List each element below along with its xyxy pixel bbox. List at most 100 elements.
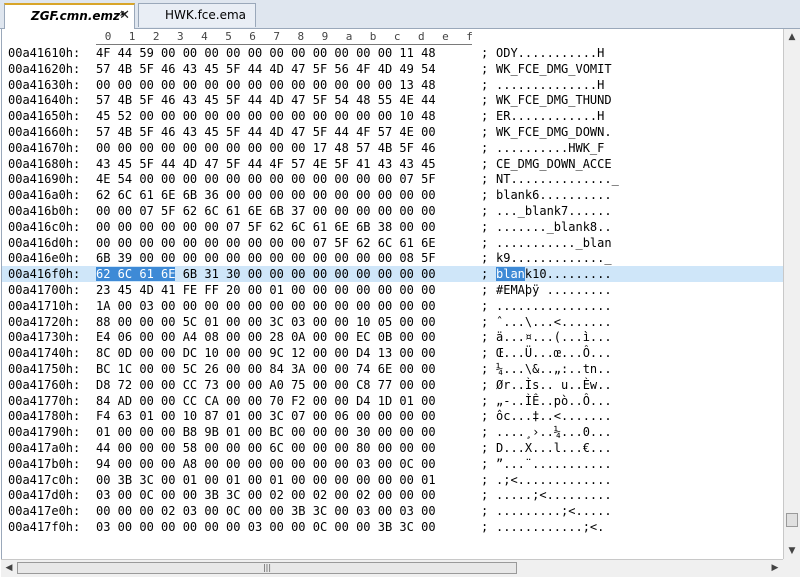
row-hex-bytes[interactable]: 00 00 00 00 00 00 00 00 00 00 00 00 00 0… — [96, 78, 436, 92]
row-ascii[interactable]: .....;<......... — [496, 488, 612, 502]
hex-row[interactable]: 00a41720h: 88 00 00 00 5C 01 00 00 3C 03 … — [2, 314, 784, 330]
vertical-scrollbar[interactable]: ▲ ▼ — [783, 29, 800, 559]
row-hex-bytes[interactable]: 84 AD 00 00 CC CA 00 00 70 F2 00 00 D4 1… — [96, 394, 436, 408]
row-ascii[interactable]: Œ...Ü...œ...Ô... — [496, 346, 612, 360]
row-hex-bytes[interactable]: 4F 44 59 00 00 00 00 00 00 00 00 00 00 0… — [96, 46, 436, 60]
row-ascii[interactable]: ..............H — [496, 78, 604, 92]
row-hex-bytes[interactable]: 6B 39 00 00 00 00 00 00 00 00 00 00 00 0… — [96, 251, 436, 265]
hex-row[interactable]: 00a416a0h: 62 6C 61 6E 6B 36 00 00 00 00 … — [2, 187, 784, 203]
right-arrow-icon[interactable]: ▶ — [767, 560, 783, 577]
selected-hex-bytes[interactable]: 62 6C 61 6E — [96, 267, 176, 282]
tab-hwk-fce-ema[interactable]: HWK.fce.ema — [138, 3, 256, 27]
row-ascii[interactable]: Ør..Ìs.. u..Èw.. — [496, 378, 612, 392]
row-ascii[interactable]: ˆ...\...<....... — [496, 315, 612, 329]
selected-ascii[interactable]: blan — [496, 267, 525, 282]
row-ascii[interactable]: ¼...\&..„:..tn.. — [496, 362, 612, 376]
hex-row[interactable]: 00a41630h: 00 00 00 00 00 00 00 00 00 00 … — [2, 77, 784, 93]
hex-row[interactable]: 00a417b0h: 94 00 00 00 A8 00 00 00 00 00 … — [2, 456, 784, 472]
row-hex-bytes[interactable]: 57 4B 5F 46 43 45 5F 44 4D 47 5F 44 4F 5… — [96, 125, 436, 139]
hex-row[interactable]: 00a41610h: 4F 44 59 00 00 00 00 00 00 00 … — [2, 45, 784, 61]
hex-row[interactable]: 00a417f0h: 03 00 00 00 00 00 00 03 00 00 … — [2, 519, 784, 535]
row-ascii[interactable]: blank6.......... — [496, 188, 612, 202]
row-hex-bytes[interactable]: 23 45 4D 41 FE FF 20 00 01 00 00 00 00 0… — [96, 283, 436, 297]
row-hex-bytes[interactable]: 44 00 00 00 58 00 00 00 6C 00 00 00 80 0… — [96, 441, 436, 455]
hex-editor[interactable]: 0 1 2 3 4 5 6 7 8 9 a b c d e f 00a41610h: 4F 44 59 00 0… — [1, 29, 784, 559]
row-hex-bytes[interactable]: 88 00 00 00 5C 01 00 00 3C 03 00 00 10 0… — [96, 315, 436, 329]
row-ascii[interactable]: #EMAþÿ ......... — [496, 283, 612, 297]
hex-row[interactable]: 00a416c0h: 00 00 00 00 00 00 07 5F 62 6C … — [2, 219, 784, 235]
row-ascii[interactable]: ä...¤...(...ì... — [496, 330, 612, 344]
row-ascii[interactable]: WK_FCE_DMG_VOMIT — [496, 62, 612, 76]
row-ascii[interactable]: ODY...........H — [496, 46, 604, 60]
row-ascii[interactable]: ................ — [496, 299, 612, 313]
row-ascii[interactable]: .........;<..... — [496, 504, 612, 518]
row-ascii[interactable]: k9............._ — [496, 251, 612, 265]
row-ascii[interactable]: ..........HWK_F — [496, 141, 604, 155]
hex-row[interactable]: 00a41680h: 43 45 5F 44 4D 47 5F 44 4F 57 … — [2, 156, 784, 172]
row-ascii[interactable]: ..._blank7...... — [496, 204, 612, 218]
hex-row[interactable]: 00a41640h: 57 4B 5F 46 43 45 5F 44 4D 47 … — [2, 92, 784, 108]
row-ascii[interactable]: „-..ÌÊ..pò..Ô... — [496, 394, 612, 408]
row-hex-bytes[interactable]: F4 63 01 00 10 87 01 00 3C 07 00 06 00 0… — [96, 409, 436, 423]
hex-row[interactable]: 00a417a0h: 44 00 00 00 58 00 00 00 6C 00 … — [2, 440, 784, 456]
hex-row[interactable]: 00a417c0h: 00 3B 3C 00 01 00 01 00 01 00 … — [2, 472, 784, 488]
selected-hex-row[interactable]: 00a416f0h: 62 6C 61 6E 6B 31 30 00 00 00 … — [2, 266, 784, 283]
hex-row[interactable]: 00a41730h: E4 06 00 00 A4 08 00 00 28 0A … — [2, 329, 784, 345]
hex-row[interactable]: 00a41790h: 01 00 00 00 B8 9B 01 00 BC 00 … — [2, 424, 784, 440]
row-hex-bytes[interactable]: 43 45 5F 44 4D 47 5F 44 4F 57 4E 5F 41 4… — [96, 157, 436, 171]
row-hex-bytes[interactable]: 00 00 00 00 00 00 00 00 00 00 07 5F 62 6… — [96, 236, 436, 250]
ascii-rest[interactable]: k10......... — [525, 267, 612, 281]
row-ascii[interactable]: ......._blank8.. — [496, 220, 612, 234]
hex-row[interactable]: 00a41770h: 84 AD 00 00 CC CA 00 00 70 F2 … — [2, 393, 784, 409]
hex-bytes-rest[interactable]: 6B 31 30 00 00 00 00 00 00 00 00 00 — [175, 267, 436, 281]
row-hex-bytes[interactable]: 00 00 00 00 00 00 07 5F 62 6C 61 6E 6B 3… — [96, 220, 436, 234]
hex-row[interactable]: 00a41750h: BC 1C 00 00 5C 26 00 00 84 3A … — [2, 361, 784, 377]
hex-row[interactable]: 00a41760h: D8 72 00 00 CC 73 00 00 A0 75 … — [2, 377, 784, 393]
row-hex-bytes[interactable]: 62 6C 61 6E 6B 36 00 00 00 00 00 00 00 0… — [96, 188, 436, 202]
row-ascii[interactable]: WK_FCE_DMG_THUND — [496, 93, 612, 107]
left-arrow-icon[interactable]: ◀ — [1, 560, 17, 577]
row-ascii[interactable]: ..........._blan — [496, 236, 612, 250]
row-ascii[interactable]: CE_DMG_DOWN_ACCE — [496, 157, 612, 171]
row-hex-bytes[interactable]: 45 52 00 00 00 00 00 00 00 00 00 00 00 0… — [96, 109, 436, 123]
hex-row[interactable]: 00a41740h: 8C 0D 00 00 DC 10 00 00 9C 12 … — [2, 345, 784, 361]
row-hex-bytes[interactable]: 01 00 00 00 B8 9B 01 00 BC 00 00 00 30 0… — [96, 425, 436, 439]
tab-zgf-cmn-emz[interactable]: ZGF.cmn.emz* ✕ — [4, 3, 135, 29]
close-icon[interactable]: ✕ — [119, 5, 130, 27]
horizontal-scroll-thumb[interactable]: ||| — [17, 562, 517, 574]
hex-row[interactable]: 00a416b0h: 00 00 07 5F 62 6C 61 6E 6B 37 … — [2, 203, 784, 219]
row-hex-bytes[interactable]: 00 3B 3C 00 01 00 01 00 01 00 00 00 00 0… — [96, 473, 436, 487]
row-hex-bytes[interactable]: 03 00 00 00 00 00 00 03 00 00 0C 00 00 3… — [96, 520, 436, 534]
row-hex-bytes[interactable]: D8 72 00 00 CC 73 00 00 A0 75 00 00 C8 7… — [96, 378, 436, 392]
hex-row[interactable]: 00a41780h: F4 63 01 00 10 87 01 00 3C 07 … — [2, 408, 784, 424]
row-ascii[interactable]: ”...¨........... — [496, 457, 612, 471]
horizontal-scrollbar[interactable]: ◀ ||| ▶ — [1, 559, 783, 577]
hex-row[interactable]: 00a41710h: 1A 00 03 00 00 00 00 00 00 00 … — [2, 298, 784, 314]
row-ascii[interactable]: blank10......... — [496, 267, 612, 282]
row-hex-bytes[interactable]: 00 00 07 5F 62 6C 61 6E 6B 37 00 00 00 0… — [96, 204, 436, 218]
hex-row[interactable]: 00a41670h: 00 00 00 00 00 00 00 00 00 00 … — [2, 140, 784, 156]
row-ascii[interactable]: D...X...l...€... — [496, 441, 612, 455]
row-hex-bytes[interactable]: E4 06 00 00 A4 08 00 00 28 0A 00 00 EC 0… — [96, 330, 436, 344]
row-hex-bytes[interactable]: 94 00 00 00 A8 00 00 00 00 00 00 00 03 0… — [96, 457, 436, 471]
row-hex-bytes[interactable]: 1A 00 03 00 00 00 00 00 00 00 00 00 00 0… — [96, 299, 436, 313]
hex-row[interactable]: 00a417e0h: 00 00 00 02 03 00 0C 00 00 3B … — [2, 503, 784, 519]
hex-row[interactable]: 00a416e0h: 6B 39 00 00 00 00 00 00 00 00 … — [2, 250, 784, 266]
up-arrow-icon[interactable]: ▲ — [784, 29, 800, 45]
vertical-scroll-thumb[interactable] — [786, 513, 798, 527]
row-hex-bytes[interactable]: 4E 54 00 00 00 00 00 00 00 00 00 00 00 0… — [96, 172, 436, 186]
row-ascii[interactable]: ....¸›..¼...0... — [496, 425, 612, 439]
hex-row[interactable]: 00a41620h: 57 4B 5F 46 43 45 5F 44 4D 47 … — [2, 61, 784, 77]
hex-row[interactable]: 00a41700h: 23 45 4D 41 FE FF 20 00 01 00 … — [2, 282, 784, 298]
hex-row[interactable]: 00a417d0h: 03 00 0C 00 00 3B 3C 00 02 00 … — [2, 487, 784, 503]
row-hex-bytes[interactable]: BC 1C 00 00 5C 26 00 00 84 3A 00 00 74 6… — [96, 362, 436, 376]
row-ascii[interactable]: ............;<. — [496, 520, 604, 534]
row-ascii[interactable]: NT.............._ — [496, 172, 619, 186]
row-hex-bytes[interactable]: 57 4B 5F 46 43 45 5F 44 4D 47 5F 56 4F 4… — [96, 62, 436, 76]
row-hex-bytes[interactable]: 03 00 0C 00 00 3B 3C 00 02 00 02 00 02 0… — [96, 488, 436, 502]
down-arrow-icon[interactable]: ▼ — [784, 543, 800, 559]
row-ascii[interactable]: WK_FCE_DMG_DOWN. — [496, 125, 612, 139]
hex-row[interactable]: 00a41660h: 57 4B 5F 46 43 45 5F 44 4D 47 … — [2, 124, 784, 140]
row-ascii[interactable]: ER............H — [496, 109, 604, 123]
row-hex-bytes[interactable]: 00 00 00 00 00 00 00 00 00 00 17 48 57 4… — [96, 141, 436, 155]
